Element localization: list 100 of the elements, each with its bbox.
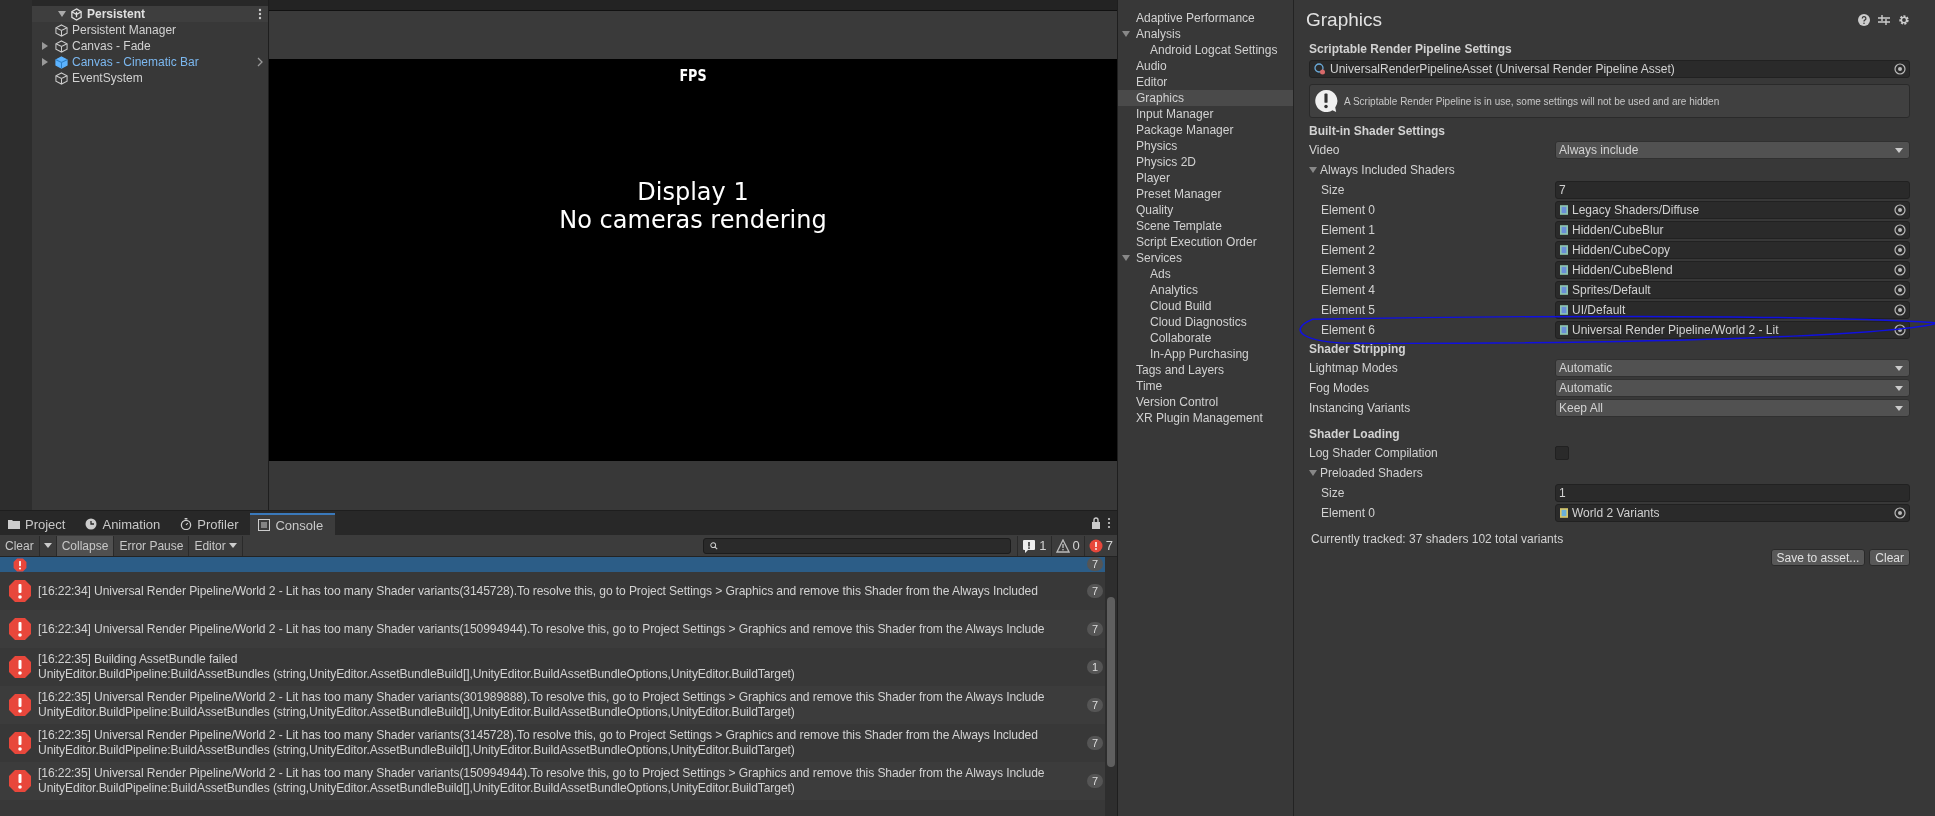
settings-category[interactable]: Analysis: [1118, 26, 1293, 42]
collapse-toggle[interactable]: Collapse: [56, 535, 115, 556]
hierarchy-item[interactable]: Persistent Manager: [72, 23, 177, 37]
settings-category[interactable]: Analytics: [1118, 282, 1293, 298]
field-label: Lightmap Modes: [1308, 361, 1399, 375]
shader-field[interactable]: Hidden/CubeBlend: [1555, 261, 1910, 279]
lock-icon[interactable]: [1091, 517, 1101, 529]
panel-tab[interactable]: Profiler: [172, 513, 251, 535]
log-message: UnityEditor.BuildPipeline:BuildAssetBundles (string,UnityEditor.AssetBundleBuild[],UnityEditor.BuildAssetBundleOptions,UnityEditor.BuildTarget): [38, 781, 796, 796]
log-message: UnityEditor.BuildPipeline:BuildAssetBundles (string,UnityEditor.AssetBundleBuild[],UnityEditor.BuildAssetBundleOptions,UnityEditor.BuildTarget): [38, 743, 796, 758]
mode-dropdown[interactable]: Keep All: [1555, 399, 1910, 417]
search-icon: [710, 541, 719, 550]
error-icon: [8, 693, 32, 717]
field-label: Instancing Variants: [1308, 401, 1412, 415]
collapse-arrow-icon[interactable]: [1122, 30, 1130, 38]
shader-field[interactable]: Legacy Shaders/Diffuse: [1555, 201, 1910, 219]
hierarchy-item[interactable]: Canvas - Fade: [72, 39, 151, 53]
error-icon: [1088, 538, 1103, 553]
settings-category[interactable]: Preset Manager: [1118, 186, 1293, 202]
settings-icon[interactable]: [1898, 14, 1910, 26]
error-icon: [8, 617, 32, 641]
settings-category[interactable]: Collaborate: [1118, 330, 1293, 346]
help-icon[interactable]: [1858, 14, 1870, 26]
settings-category[interactable]: XR Plugin Management: [1118, 410, 1293, 426]
settings-category[interactable]: Adaptive Performance: [1118, 10, 1293, 26]
shader-field[interactable]: Hidden/CubeBlur: [1555, 221, 1910, 239]
search-field[interactable]: [703, 537, 1012, 554]
hierarchy-item[interactable]: Canvas - Cinematic Bar: [72, 55, 199, 69]
action-button[interactable]: Save to asset...: [1770, 549, 1866, 566]
shader-field[interactable]: UI/Default: [1555, 301, 1910, 319]
panel-tab[interactable]: Animation: [77, 513, 173, 535]
settings-category[interactable]: Android Logcat Settings: [1118, 42, 1293, 58]
mode-dropdown[interactable]: Automatic: [1555, 379, 1910, 397]
panel-tab[interactable]: Console: [250, 513, 336, 535]
video-dropdown[interactable]: Always include: [1555, 141, 1910, 159]
log-message: [16:22:35] Universal Render Pipeline/World 2 - Lit has too many Shader variants(3145728).To resolve this, go to Project Settings > Graphics and remove this Shader from the Always Included: [38, 728, 1039, 743]
shader-field[interactable]: Universal Render Pipeline/World 2 - Lit: [1555, 321, 1910, 339]
log-entry[interactable]: 7: [0, 557, 1105, 572]
chevron-right-icon[interactable]: [257, 57, 263, 67]
log-entry[interactable]: [16:22:34] Universal Render Pipeline/World 2 - Lit has too many Shader variants(150994944).To resolve this, go to Project Settings > Graphics and remove this Shader from the Always Include 7: [0, 610, 1105, 648]
hierarchy-item[interactable]: EventSystem: [72, 71, 143, 85]
dropdown-arrow-icon: [1895, 365, 1903, 371]
settings-category[interactable]: Package Manager: [1118, 122, 1293, 138]
object-picker-icon[interactable]: [1894, 284, 1906, 296]
settings-category[interactable]: Tags and Layers: [1118, 362, 1293, 378]
scrollbar-thumb[interactable]: [1107, 597, 1115, 767]
count-badge: 7: [1087, 698, 1103, 712]
size-field[interactable]: 7: [1555, 181, 1910, 199]
log-entry[interactable]: [0, 762, 1105, 800]
object-picker-icon[interactable]: [1894, 264, 1906, 276]
variants-field[interactable]: World 2 Variants: [1555, 504, 1910, 522]
count-badge: 7: [1087, 736, 1103, 750]
log-message: UnityEditor.BuildPipeline:BuildAssetBundles (string,UnityEditor.AssetBundleBuild[],UnityEditor.BuildAssetBundleOptions,UnityEditor.BuildTarget): [38, 667, 796, 682]
settings-category[interactable]: Audio: [1118, 58, 1293, 74]
error-icon: [8, 769, 32, 793]
panel-tab[interactable]: Project: [0, 513, 78, 535]
panel-title: Graphics: [1306, 9, 1383, 31]
settings-category[interactable]: Physics: [1118, 138, 1293, 154]
stopwatch-icon: [180, 518, 193, 530]
settings-category[interactable]: Cloud Build: [1118, 298, 1293, 314]
more-icon[interactable]: [1107, 517, 1111, 529]
dropdown-arrow-icon: [1895, 385, 1903, 391]
mode-dropdown[interactable]: Automatic: [1555, 359, 1910, 377]
settings-category[interactable]: Scene Template: [1118, 218, 1293, 234]
settings-category[interactable]: Player: [1118, 170, 1293, 186]
foldout-header[interactable]: Preloaded Shaders: [1306, 466, 1555, 480]
more-icon[interactable]: [258, 8, 262, 20]
collapse-arrow-icon[interactable]: [1122, 254, 1130, 262]
settings-category[interactable]: Input Manager: [1118, 106, 1293, 122]
pipeline-asset-field[interactable]: UniversalRenderPipelineAsset (Universal Render Pipeline Asset): [1309, 60, 1910, 78]
object-picker-icon[interactable]: [1894, 324, 1906, 336]
section-heading: Shader Stripping: [1308, 341, 1407, 358]
foldout-arrow-icon: [1309, 469, 1317, 477]
settings-category[interactable]: Version Control: [1118, 394, 1293, 410]
settings-category[interactable]: Script Execution Order: [1118, 234, 1293, 250]
field-label: Element 5: [1320, 303, 1377, 317]
settings-category[interactable]: In-App Purchasing: [1118, 346, 1293, 362]
settings-category[interactable]: Graphics: [1118, 90, 1293, 106]
object-picker-icon[interactable]: [1894, 304, 1906, 316]
settings-category[interactable]: Editor: [1118, 74, 1293, 90]
object-picker-icon[interactable]: [1894, 63, 1906, 75]
object-picker-icon[interactable]: [1894, 507, 1906, 519]
settings-category[interactable]: Cloud Diagnostics: [1118, 314, 1293, 330]
settings-category[interactable]: Physics 2D: [1118, 154, 1293, 170]
size-field[interactable]: 1: [1555, 484, 1910, 502]
settings-category[interactable]: Quality: [1118, 202, 1293, 218]
object-picker-icon[interactable]: [1894, 224, 1906, 236]
field-label: Log Shader Compilation: [1308, 446, 1439, 460]
foldout-header[interactable]: Always Included Shaders: [1306, 163, 1555, 177]
presets-icon[interactable]: [1878, 14, 1890, 26]
action-button[interactable]: Clear: [1869, 549, 1910, 566]
scene-header[interactable]: Persistent: [32, 6, 268, 22]
shader-field[interactable]: Sprites/Default: [1555, 281, 1910, 299]
shader-field[interactable]: Hidden/CubeCopy: [1555, 241, 1910, 259]
log-entry[interactable]: [0, 686, 1105, 724]
settings-category[interactable]: Ads: [1118, 266, 1293, 282]
settings-category[interactable]: Services: [1118, 250, 1293, 266]
object-picker-icon[interactable]: [1894, 244, 1906, 256]
object-picker-icon[interactable]: [1894, 204, 1906, 216]
settings-category[interactable]: Time: [1118, 378, 1293, 394]
